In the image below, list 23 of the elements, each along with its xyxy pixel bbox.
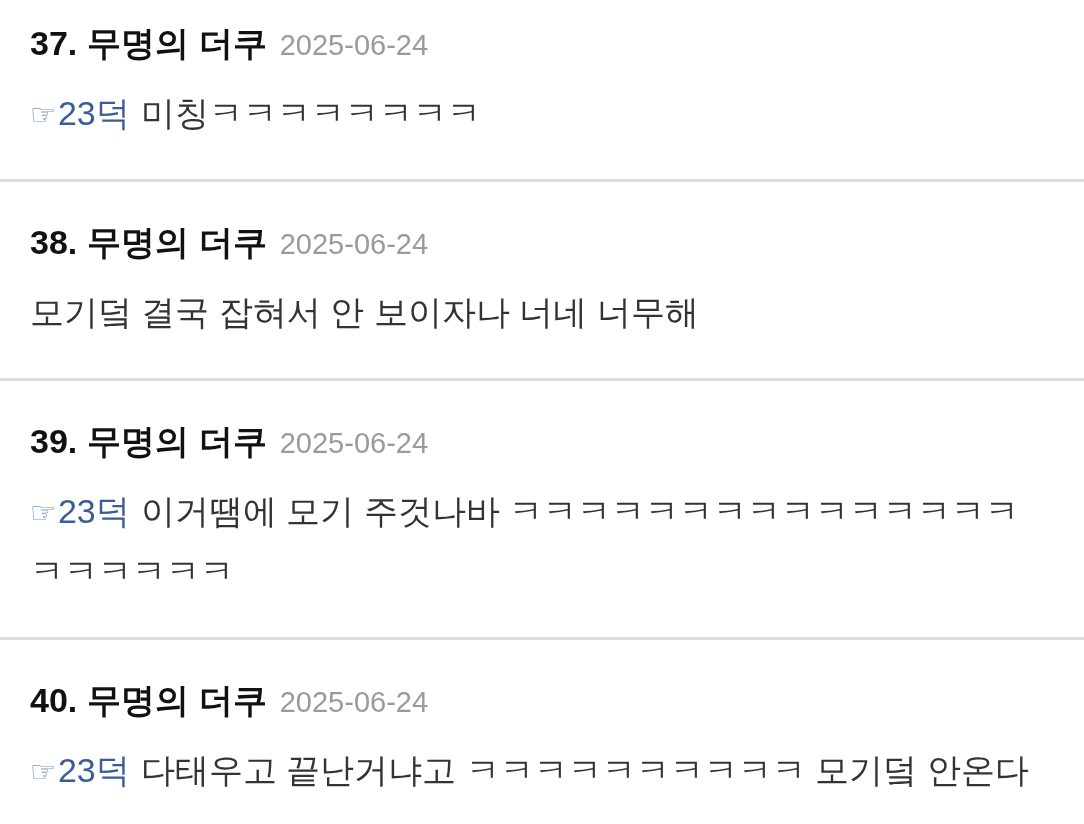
author-name: 무명의 더쿠	[87, 680, 267, 720]
comment-text: 다태우고 끝난거냐고 ㅋㅋㅋㅋㅋㅋㅋㅋㅋㅋ 모기덬 안온다	[140, 750, 1029, 791]
author-name: 무명의 더쿠	[87, 421, 267, 461]
comment-number: 38.	[30, 222, 78, 262]
author-name: 무명의 더쿠	[87, 23, 267, 63]
reply-link[interactable]: 23덕	[57, 740, 130, 800]
reply-link[interactable]: 23덕	[57, 481, 130, 541]
comment-text: 모기덬 결국 잡혀서 안 보이자나 너네 너무해	[30, 292, 699, 333]
pointing-hand-icon: ☞	[30, 100, 57, 130]
comment-number: 39.	[30, 421, 78, 461]
comment-text: 이거땜에 모기 주것나바 ㅋㅋㅋㅋㅋㅋㅋㅋㅋㅋㅋㅋㅋㅋㅋ	[140, 491, 1020, 532]
reply-link[interactable]: 23덕	[57, 83, 130, 143]
comment-text: ㅋㅋㅋㅋㅋㅋ	[30, 551, 234, 592]
pointing-hand-icon: ☞	[30, 757, 57, 787]
comment-number: 40.	[30, 680, 78, 720]
pointing-hand-icon: ☞	[30, 498, 57, 528]
comment-text: 미칭ㅋㅋㅋㅋㅋㅋㅋㅋ	[140, 93, 481, 134]
comment-number: 37.	[30, 23, 78, 63]
comment-date: 2025-06-24	[279, 685, 429, 720]
author-name: 무명의 더쿠	[87, 222, 267, 262]
comment-date: 2025-06-24	[279, 28, 429, 63]
comment-date: 2025-06-24	[279, 227, 429, 262]
comment-date: 2025-06-24	[279, 426, 429, 461]
